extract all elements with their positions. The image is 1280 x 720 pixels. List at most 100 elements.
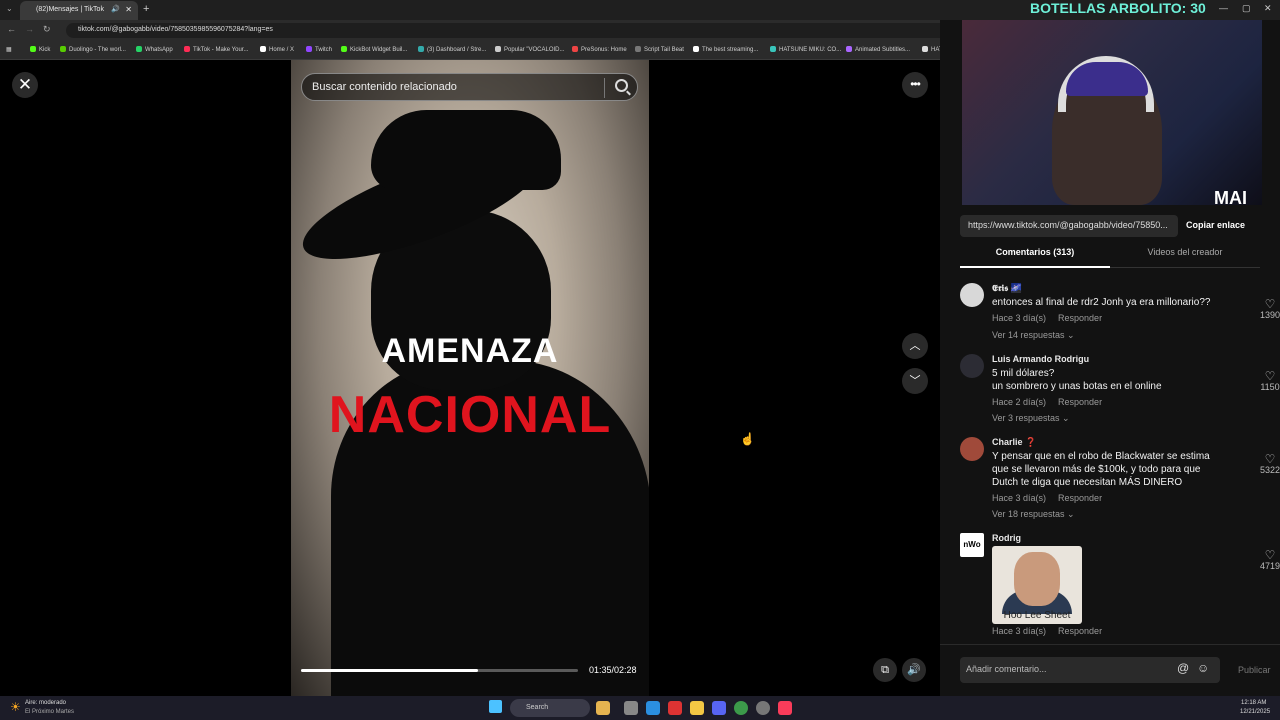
comment-input[interactable]: Añadir comentario... @ ☺ xyxy=(960,657,1220,683)
comment-author[interactable]: 𝕰𝖗𝖎𝖘 🌌 xyxy=(992,283,1022,294)
emoji-icon[interactable]: ☺ xyxy=(1197,661,1209,675)
music-icon[interactable] xyxy=(778,701,792,715)
apps-icon[interactable]: ▦ xyxy=(6,46,12,53)
sticker-face xyxy=(1014,552,1060,606)
clock-time[interactable]: 12:18 AM xyxy=(1241,700,1266,706)
like-button[interactable]: ♡ 4719 xyxy=(1250,549,1280,571)
view-replies-button[interactable]: Ver 3 respuestas ⌄ xyxy=(992,413,1070,424)
reload-icon[interactable]: ↻ xyxy=(43,24,51,35)
maximize-icon[interactable]: ▢ xyxy=(1242,3,1251,14)
streamer-cap xyxy=(1066,62,1148,96)
like-count: 5322 xyxy=(1259,465,1280,475)
taskbar-search-label: Search xyxy=(526,704,549,711)
bookmark-item[interactable]: PreSonus: Home xyxy=(572,46,627,53)
bookmark-item[interactable]: (3) Dashboard / Stre... xyxy=(418,46,486,53)
taskbar-search[interactable]: Search xyxy=(510,699,590,717)
app-icon[interactable] xyxy=(668,701,682,715)
chrome-icon[interactable] xyxy=(734,701,748,715)
speaker-icon[interactable]: 🔊 xyxy=(111,5,120,13)
window-close-icon[interactable]: ✕ xyxy=(1264,3,1272,14)
publish-button[interactable]: Publicar xyxy=(1238,665,1271,675)
bookmark-item[interactable]: Animated Subtitles... xyxy=(846,46,910,53)
new-tab-icon[interactable]: + xyxy=(143,3,149,15)
reply-button[interactable]: Responder xyxy=(1058,626,1102,636)
weather-subtitle: El Próximo Martes xyxy=(25,709,75,715)
back-icon[interactable]: ← xyxy=(7,24,16,34)
like-button[interactable]: ♡ 5322 xyxy=(1250,453,1280,475)
edge-icon[interactable] xyxy=(646,701,660,715)
bookmark-item[interactable]: WhatsApp xyxy=(136,46,173,53)
more-options-button[interactable]: ••• xyxy=(902,72,928,98)
video-progress-fill xyxy=(301,669,479,672)
video-caption-line1: AMENAZA xyxy=(381,332,559,370)
bookmark-item[interactable]: Home / X xyxy=(260,46,294,53)
view-replies-button[interactable]: Ver 18 respuestas ⌄ xyxy=(992,509,1075,520)
close-button[interactable]: ✕ xyxy=(12,72,38,98)
like-button[interactable]: ♡ 1150 xyxy=(1250,370,1280,392)
comment-sticker: Hoo Lee Sheet xyxy=(992,546,1082,624)
bookmark-item[interactable]: The best streaming... xyxy=(693,46,758,53)
like-count: 1150 xyxy=(1260,382,1280,392)
pip-icon: ⧉ xyxy=(881,664,889,676)
video-link-field[interactable]: https://www.tiktok.com/@gabogabb/video/7… xyxy=(960,215,1178,237)
browser-tab[interactable]: (82)Mensajes | TikTok 🔊 ✕ xyxy=(20,1,138,20)
heart-icon: ♡ xyxy=(1264,369,1276,383)
avatar[interactable] xyxy=(960,354,984,378)
video-progress-bar[interactable] xyxy=(301,669,578,672)
avatar[interactable] xyxy=(960,283,984,307)
minimize-icon[interactable]: — xyxy=(1219,3,1228,13)
weather-icon[interactable]: ☀ xyxy=(10,700,21,714)
panel-divider xyxy=(940,644,1280,645)
file-explorer-icon[interactable] xyxy=(690,701,704,715)
comment-author[interactable]: Rodrig xyxy=(992,533,1021,543)
bookmark-item[interactable]: TikTok - Make Your... xyxy=(184,46,248,53)
stream-logo: MAI xyxy=(1214,188,1247,205)
related-search-input[interactable]: Buscar contenido relacionado xyxy=(301,73,638,101)
previous-video-button[interactable]: ︿ xyxy=(902,333,928,359)
bookmark-item[interactable]: HATSUNE MIKU: CO... xyxy=(770,46,841,53)
bookmark-item[interactable]: KickBot Widget Buil... xyxy=(341,46,407,53)
task-view-icon[interactable] xyxy=(624,701,638,715)
reply-button[interactable]: Responder xyxy=(1058,313,1102,323)
comment-placeholder: Añadir comentario... xyxy=(966,664,1047,674)
more-icon: ••• xyxy=(910,77,921,91)
reply-button[interactable]: Responder xyxy=(1058,397,1102,407)
settings-icon[interactable] xyxy=(756,701,770,715)
floating-player-button[interactable]: ⧉ xyxy=(873,658,897,682)
bookmark-item[interactable]: Popular "VOCALOID... xyxy=(495,46,565,53)
bookmark-item[interactable]: Duolingo - The worl... xyxy=(60,46,126,53)
weather-title[interactable]: Aire: moderado xyxy=(25,700,66,706)
video-player[interactable]: Buscar contenido relacionado AMENAZA NAC… xyxy=(291,60,649,696)
sticker-caption: Hoo Lee Sheet xyxy=(1003,610,1071,621)
webcam-overlay: MAI xyxy=(962,20,1262,205)
avatar[interactable] xyxy=(960,437,984,461)
heart-icon: ♡ xyxy=(1264,452,1276,466)
start-icon[interactable] xyxy=(489,700,502,713)
url-input[interactable]: tiktok.com/@gabogabb/video/7585035985596… xyxy=(66,23,956,38)
next-video-button[interactable]: ﹀ xyxy=(902,368,928,394)
comment-author[interactable]: Luis Armando Rodrigu xyxy=(992,354,1089,364)
tab-close-icon[interactable]: ✕ xyxy=(125,5,132,14)
reply-button[interactable]: Responder xyxy=(1058,493,1102,503)
comment-time: Hace 3 día(s) xyxy=(992,313,1047,323)
tab-creator-videos[interactable]: Videos del creador xyxy=(1110,247,1260,268)
bookmark-item[interactable]: Kick xyxy=(30,46,50,53)
search-icon[interactable] xyxy=(615,79,628,92)
bookmark-item[interactable]: Twitch xyxy=(306,46,332,53)
tab-comments[interactable]: Comentarios (313) xyxy=(960,247,1110,268)
widgets-icon[interactable] xyxy=(596,701,610,715)
avatar[interactable]: nWo xyxy=(960,533,984,557)
forward-icon[interactable]: → xyxy=(25,24,34,34)
tab-menu-icon[interactable]: ⌄ xyxy=(6,4,13,13)
discord-icon[interactable] xyxy=(712,701,726,715)
clock-date[interactable]: 12/21/2025 xyxy=(1240,709,1270,715)
comment-author[interactable]: Charlie ❓ xyxy=(992,437,1036,448)
copy-link-button[interactable]: Copiar enlace xyxy=(1186,215,1245,230)
comment-text: 5 mil dólares? un sombrero y unas botas … xyxy=(992,368,1162,392)
mention-icon[interactable]: @ xyxy=(1177,661,1189,675)
like-button[interactable]: ♡ 1390 xyxy=(1250,298,1280,320)
volume-button[interactable]: 🔊 xyxy=(902,658,926,682)
chevron-down-icon: ﹀ xyxy=(909,375,921,387)
bookmark-item[interactable]: Script Tail Beat xyxy=(635,46,684,53)
view-replies-button[interactable]: Ver 14 respuestas ⌄ xyxy=(992,330,1075,341)
